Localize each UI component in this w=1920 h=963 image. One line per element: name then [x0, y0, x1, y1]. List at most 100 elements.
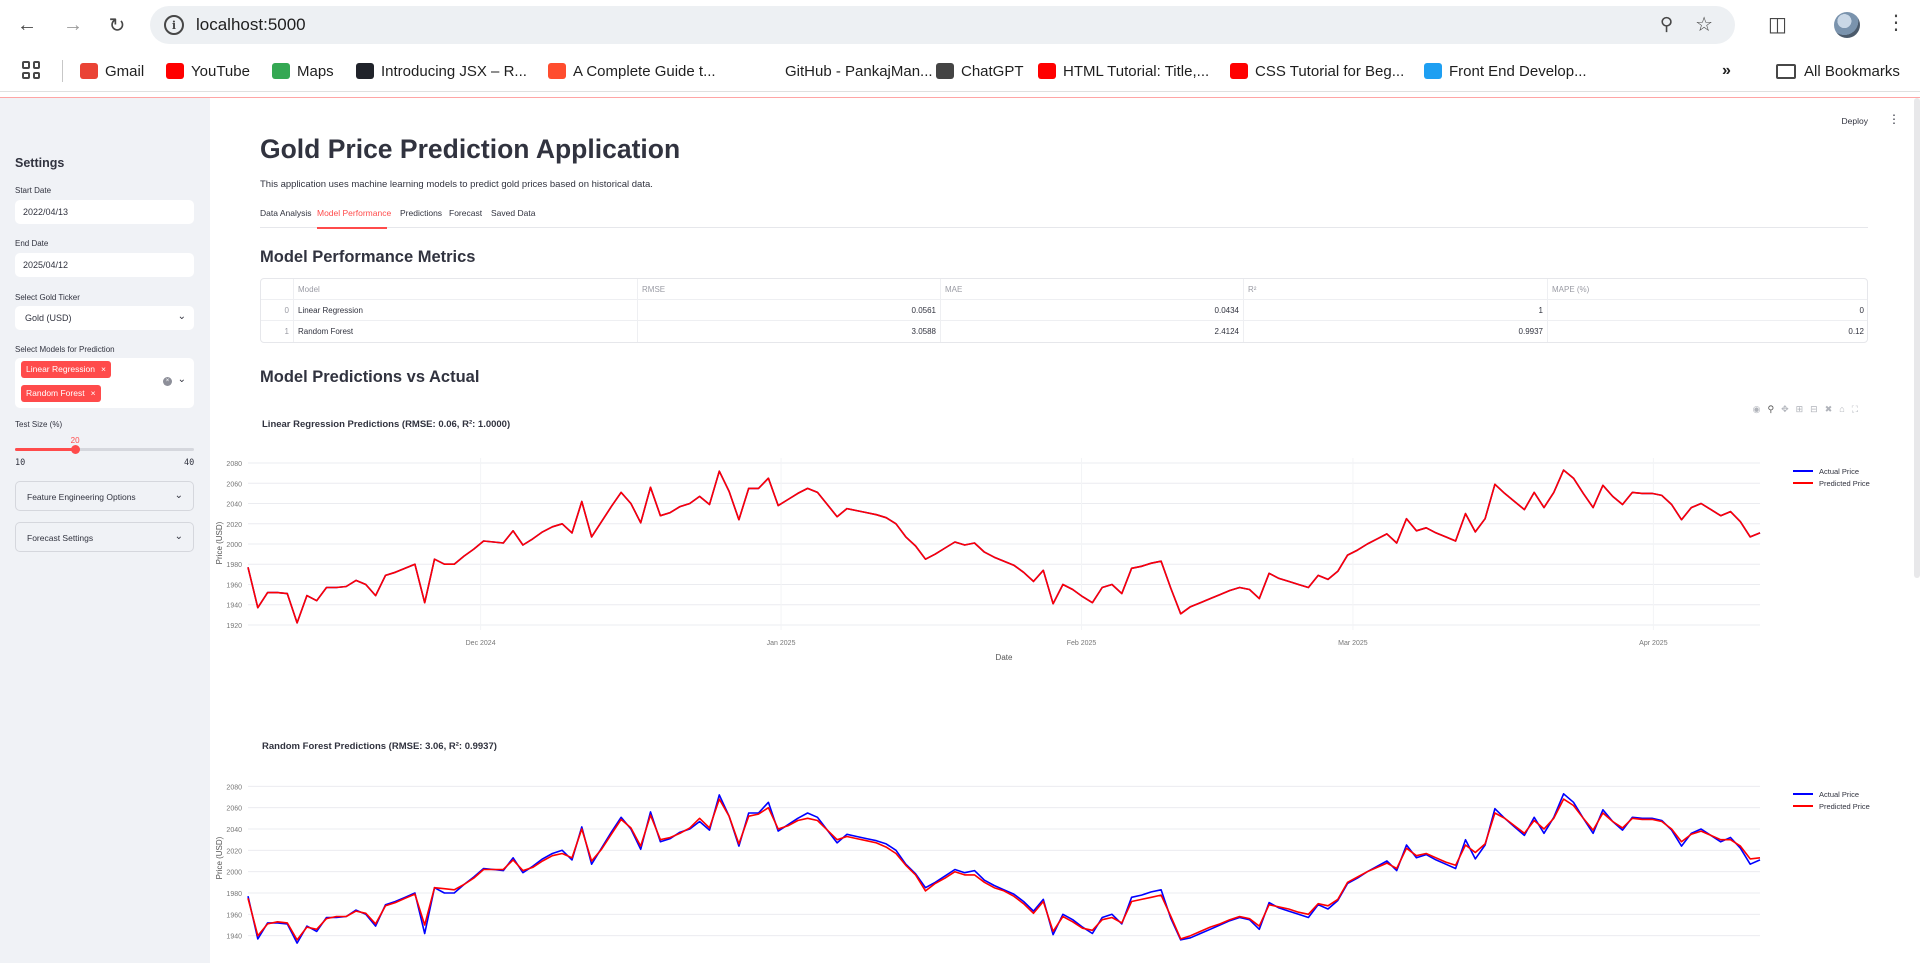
bookmark-item[interactable]: Introducing JSX – R...: [356, 60, 527, 82]
all-bookmarks[interactable]: All Bookmarks: [1776, 60, 1900, 82]
bookmark-item[interactable]: HTML Tutorial: Title,...: [1038, 60, 1209, 82]
browser-menu-icon[interactable]: ⋮: [1886, 10, 1906, 35]
zoom-icon[interactable]: ⚲: [1660, 14, 1673, 35]
table-cell: 0: [1859, 306, 1864, 315]
deploy-button[interactable]: Deploy: [1842, 116, 1868, 126]
zoom-out-icon[interactable]: ⊟: [1810, 404, 1818, 415]
autoscale-icon[interactable]: ✖: [1825, 404, 1833, 415]
bookmark-label: Maps: [297, 62, 334, 80]
series-line-actual-price[interactable]: [247, 792, 1761, 944]
home-icon[interactable]: ⌂: [1839, 404, 1844, 415]
slider-value: 20: [70, 436, 80, 445]
table-cell: 0.0434: [941, 300, 1244, 321]
address-bar[interactable]: i localhost:5000 ⚲ ☆: [150, 6, 1735, 44]
models-label: Select Models for Prediction: [15, 345, 115, 354]
bookmark-star-icon[interactable]: ☆: [1695, 12, 1713, 37]
clear-all-icon[interactable]: ×: [163, 377, 172, 386]
table-cell: 3.0588: [638, 321, 941, 342]
legend-item-actual[interactable]: Actual Price: [1793, 788, 1870, 800]
table-cell: 0.12: [1848, 327, 1864, 336]
camera-icon[interactable]: ◉: [1753, 404, 1761, 415]
y-tick-label: 1940: [226, 603, 242, 610]
end-date-input[interactable]: 2025/04/12: [15, 253, 194, 277]
series-line-predicted-price[interactable]: [247, 469, 1761, 624]
app-menu-icon[interactable]: ⋮: [1888, 112, 1900, 126]
legend-label: Predicted Price: [1819, 801, 1870, 811]
chart-legend[interactable]: Actual Price Predicted Price: [1793, 788, 1870, 812]
tab-forecast[interactable]: Forecast: [449, 208, 482, 218]
chart-title: Linear Regression Predictions (RMSE: 0.0…: [262, 419, 511, 430]
reload-icon[interactable]: ↻: [104, 12, 130, 38]
x-tick-label: Apr 2025: [1639, 640, 1668, 647]
url-text[interactable]: localhost:5000: [196, 15, 306, 35]
table-header-row: Model RMSE MAE R² MAPE (%): [261, 279, 1867, 300]
remove-tag-icon[interactable]: ×: [91, 388, 96, 398]
tab-predictions[interactable]: Predictions: [400, 208, 442, 218]
y-tick-label: 1980: [226, 562, 242, 569]
remove-tag-icon[interactable]: ×: [101, 364, 106, 374]
tab-data-analysis[interactable]: Data Analysis: [260, 208, 312, 218]
test-size-label: Test Size (%): [15, 420, 63, 429]
model-tag-label: Random Forest: [26, 388, 85, 398]
bookmark-item[interactable]: YouTube: [166, 60, 250, 82]
table-row[interactable]: 0 Linear Regression 0.0561 0.0434 1 0: [261, 300, 1867, 321]
models-multiselect[interactable]: Linear Regression × Random Forest × × ⌄: [15, 358, 194, 408]
extensions-icon[interactable]: ◫: [1768, 12, 1787, 37]
metrics-table[interactable]: Model RMSE MAE R² MAPE (%) 0 Linear Regr…: [260, 278, 1868, 343]
more-bookmarks-icon[interactable]: »: [1722, 60, 1731, 82]
forward-arrow-icon[interactable]: →: [60, 12, 86, 38]
legend-item-predicted[interactable]: Predicted Price: [1793, 800, 1870, 812]
y-tick-label: 2060: [226, 806, 242, 813]
bookmark-item[interactable]: GitHub - PankajMan...: [760, 60, 933, 82]
apps-grid-icon[interactable]: [22, 61, 40, 79]
slider-max: 40: [184, 458, 195, 468]
profile-avatar[interactable]: [1834, 12, 1860, 38]
x-axis-label: Date: [996, 653, 1013, 662]
chart-legend[interactable]: Actual Price Predicted Price: [1793, 465, 1870, 489]
slider-thumb[interactable]: [70, 445, 80, 454]
tab-model-performance[interactable]: Model Performance: [317, 208, 391, 218]
bookmark-item[interactable]: A Complete Guide t...: [548, 60, 716, 82]
bookmark-item[interactable]: Maps: [272, 60, 334, 82]
legend-item-actual[interactable]: Actual Price: [1793, 465, 1870, 477]
gmail-icon: [80, 63, 98, 79]
forecast-settings-expander[interactable]: Forecast Settings ⌄: [15, 522, 194, 552]
bookmark-item[interactable]: Gmail: [80, 60, 144, 82]
start-date-input[interactable]: 2022/04/13: [15, 200, 194, 224]
fullscreen-icon[interactable]: ⛶: [1852, 404, 1858, 415]
tab-saved-data[interactable]: Saved Data: [491, 208, 535, 218]
back-arrow-icon[interactable]: ←: [14, 12, 40, 38]
chevron-down-icon[interactable]: ⌄: [178, 374, 186, 385]
folder-icon: [1776, 63, 1796, 79]
table-cell: 2.4124: [941, 321, 1244, 342]
expander-label: Forecast Settings: [27, 533, 94, 543]
ticker-select[interactable]: Gold (USD) ⌄: [15, 306, 194, 330]
legend-label: Predicted Price: [1819, 478, 1870, 488]
chart-toolbar: ◉ ⚲ ✥ ⊞ ⊟ ✖ ⌂ ⛶: [1753, 404, 1858, 415]
y-tick-label: 2060: [226, 481, 242, 488]
table-cell: 0: [261, 300, 294, 321]
table-row[interactable]: 1 Random Forest 3.0588 2.4124 0.9937 0.1…: [261, 321, 1867, 342]
linear-regression-chart[interactable]: 1920 1940 1960 1980 2000 2020 2040 2060 2080 Dec …: [210, 433, 1920, 793]
site-info-icon[interactable]: i: [164, 15, 184, 35]
bookmark-item[interactable]: ChatGPT: [936, 60, 1024, 82]
pan-icon[interactable]: ✥: [1781, 404, 1789, 415]
sidebar: Settings Start Date 2022/04/13 End Date …: [0, 98, 210, 963]
chevron-down-icon: ⌄: [174, 531, 183, 542]
bookmark-item[interactable]: CSS Tutorial for Beg...: [1230, 60, 1404, 82]
model-tag-linear-regression[interactable]: Linear Regression ×: [21, 361, 111, 378]
youtube-icon: [1038, 63, 1056, 79]
table-header: [261, 279, 294, 300]
table-header: Model: [294, 279, 638, 300]
model-tag-random-forest[interactable]: Random Forest ×: [21, 385, 101, 402]
zoom-in-icon[interactable]: ⊞: [1796, 404, 1804, 415]
legend-item-predicted[interactable]: Predicted Price: [1793, 477, 1870, 489]
table-cell: Linear Regression: [294, 300, 638, 321]
test-size-slider[interactable]: [15, 445, 194, 454]
feature-engineering-expander[interactable]: Feature Engineering Options ⌄: [15, 481, 194, 511]
x-tick-label: Mar 2025: [1338, 640, 1368, 647]
random-forest-chart[interactable]: 1940 1960 1980 2000 2020 2040 2060 2080 Price (U…: [210, 758, 1920, 963]
predictions-heading: Model Predictions vs Actual: [260, 368, 480, 386]
bookmark-item[interactable]: Front End Develop...: [1424, 60, 1587, 82]
zoom-icon[interactable]: ⚲: [1767, 404, 1774, 415]
